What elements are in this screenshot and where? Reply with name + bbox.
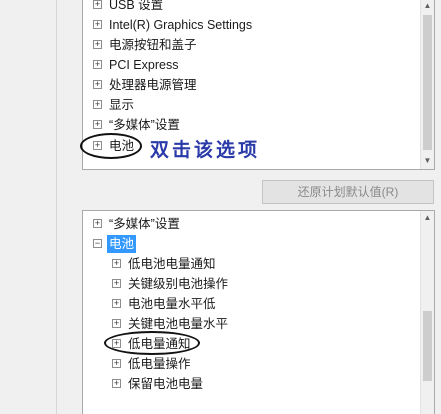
tree-item-label: “多媒体”设置	[109, 217, 180, 231]
tree-item-label: USB 设置	[109, 0, 164, 12]
tree-item-label: Intel(R) Graphics Settings	[109, 18, 253, 32]
plus-box-icon[interactable]: +	[93, 219, 102, 228]
highlight-ellipse	[80, 133, 142, 159]
plus-box-icon[interactable]: +	[112, 259, 121, 268]
power-options-advanced-settings: + USB 设置 + Intel(R) Graphics Settings + …	[0, 0, 441, 414]
arrow-down-icon[interactable]: ▼	[421, 154, 434, 167]
highlight-ellipse	[104, 331, 200, 355]
vertical-scrollbar[interactable]: ▲ ▼	[420, 0, 434, 169]
plus-box-icon[interactable]: +	[93, 40, 102, 49]
tree-item-label: 低电量操作	[128, 357, 191, 371]
tree-item-label-selected: 电池	[107, 235, 137, 253]
plus-box-icon[interactable]: +	[93, 0, 102, 9]
plus-box-icon[interactable]: +	[112, 279, 121, 288]
tree-item-label: 低电池电量通知	[128, 257, 216, 271]
restore-defaults-button[interactable]: 还原计划默认值(R)	[262, 180, 434, 204]
plus-box-icon[interactable]: +	[112, 359, 121, 368]
annotation-double-click: 双击该选项	[150, 139, 261, 161]
plus-box-icon[interactable]: +	[93, 100, 102, 109]
tree-item-label: 电池电量水平低	[128, 297, 216, 311]
tree-item-label: 显示	[109, 98, 135, 112]
window-edge	[56, 0, 57, 414]
plus-box-icon[interactable]: +	[112, 299, 121, 308]
vertical-scrollbar[interactable]: ▲	[420, 211, 434, 414]
tree-item-label: 关键级别电池操作	[128, 277, 229, 291]
arrow-up-icon[interactable]: ▲	[421, 211, 434, 224]
tree-item-label: 保留电池电量	[128, 377, 204, 391]
plus-box-icon[interactable]: +	[112, 379, 121, 388]
settings-tree-bottom[interactable]: + “多媒体”设置 − 电池 + 低电池电量通知 + 关键级别电池操作 + 电池…	[82, 210, 435, 414]
minus-box-icon[interactable]: −	[93, 239, 102, 248]
plus-box-icon[interactable]: +	[112, 319, 121, 328]
scrollbar-thumb[interactable]	[423, 311, 432, 381]
tree-item-label: 电源按钮和盖子	[109, 38, 197, 52]
plus-box-icon[interactable]: +	[93, 20, 102, 29]
plus-box-icon[interactable]: +	[93, 60, 102, 69]
tree-item-label: 处理器电源管理	[109, 78, 197, 92]
plus-box-icon[interactable]: +	[93, 120, 102, 129]
scrollbar-thumb[interactable]	[423, 15, 432, 150]
arrow-up-icon[interactable]: ▲	[421, 0, 434, 12]
tree-item-label: “多媒体”设置	[109, 118, 180, 132]
tree-item-label: PCI Express	[109, 58, 179, 72]
plus-box-icon[interactable]: +	[93, 80, 102, 89]
